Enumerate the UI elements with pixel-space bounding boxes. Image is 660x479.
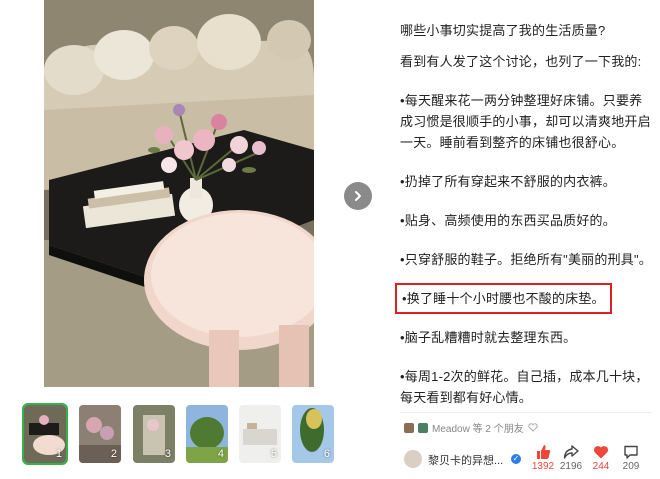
post-paragraph-highlighted: •换了睡十个小时腰也不酸的床垫。	[395, 283, 652, 314]
favorite-count: 244	[592, 461, 610, 472]
thumbnail-number: 3	[164, 448, 171, 460]
liked-by-text: Meadow 等 2 个朋友	[432, 424, 524, 435]
post-paragraph: •每天醒来花一两分钟整理好床铺。只要养成习惯是很顺手的小事，却可以清爽地开启一天…	[400, 93, 651, 150]
next-image-button[interactable]	[344, 182, 372, 210]
thumbnail-number: 5	[270, 448, 277, 460]
friend-avatar	[404, 422, 414, 433]
heart-icon	[593, 446, 609, 459]
post-paragraph: •扔掉了所有穿起来不舒服的内衣裤。	[400, 174, 616, 189]
comment-button[interactable]: 209	[616, 442, 646, 472]
share-icon	[563, 445, 579, 459]
friend-avatar	[418, 422, 428, 433]
thumbnail-number: 1	[55, 448, 62, 460]
post-paragraph: 看到有人发了这个讨论，也列了一下我的:	[400, 54, 642, 69]
divider	[400, 412, 652, 413]
author-bar: 黎贝卡的异想... ✓ 1392 2196 244 209	[404, 442, 654, 476]
share-button[interactable]: 2196	[556, 442, 586, 472]
thumbnail-2[interactable]: 2	[79, 405, 121, 463]
highlight-box: •换了睡十个小时腰也不酸的床垫。	[395, 283, 612, 314]
thumbnail-number: 2	[110, 448, 117, 460]
post-paragraph: •脑子乱糟糟时就去整理东西。	[400, 330, 577, 345]
liked-by-friends[interactable]: Meadow 等 2 个朋友	[404, 420, 538, 435]
favorite-button[interactable]: 244	[586, 442, 616, 472]
thumbnail-3[interactable]: 3	[133, 405, 175, 463]
thumbnail-number: 4	[217, 448, 224, 460]
thumbnail-4[interactable]: 4	[186, 405, 228, 463]
thumbnail-1[interactable]: 1	[22, 403, 68, 465]
share-count: 2196	[559, 461, 583, 472]
post-text: 哪些小事切实提高了我的生活质量? 看到有人发了这个讨论，也列了一下我的: •每天…	[395, 20, 652, 426]
post-paragraph: •贴身、高频使用的东西买品质好的。	[400, 213, 616, 228]
like-count: 1392	[531, 461, 555, 472]
comment-icon	[624, 445, 638, 459]
post-main-image[interactable]	[44, 0, 314, 387]
thumbnail-6[interactable]: 6	[292, 405, 334, 463]
author-name[interactable]: 黎贝卡的异想...	[428, 452, 503, 468]
like-button[interactable]: 1392	[528, 442, 558, 472]
thumbnail-strip: 1 2 3 4 5 6	[22, 403, 344, 465]
post-title: 哪些小事切实提高了我的生活质量?	[400, 23, 606, 38]
thumbnail-number: 6	[323, 448, 330, 460]
thumbs-up-icon	[537, 445, 551, 459]
heart-outline-icon	[528, 423, 538, 432]
chevron-right-icon	[355, 191, 361, 201]
verified-badge-icon: ✓	[511, 454, 521, 464]
thumbnail-5[interactable]: 5	[239, 405, 281, 463]
comment-count: 209	[622, 461, 640, 472]
avatar[interactable]	[404, 450, 422, 468]
post-paragraph: •只穿舒服的鞋子。拒绝所有"美丽的刑具"。	[400, 252, 652, 267]
post-paragraph: •每周1-2次的鲜花。自己插，成本几十块，每天看到都有好心情。	[400, 369, 649, 405]
